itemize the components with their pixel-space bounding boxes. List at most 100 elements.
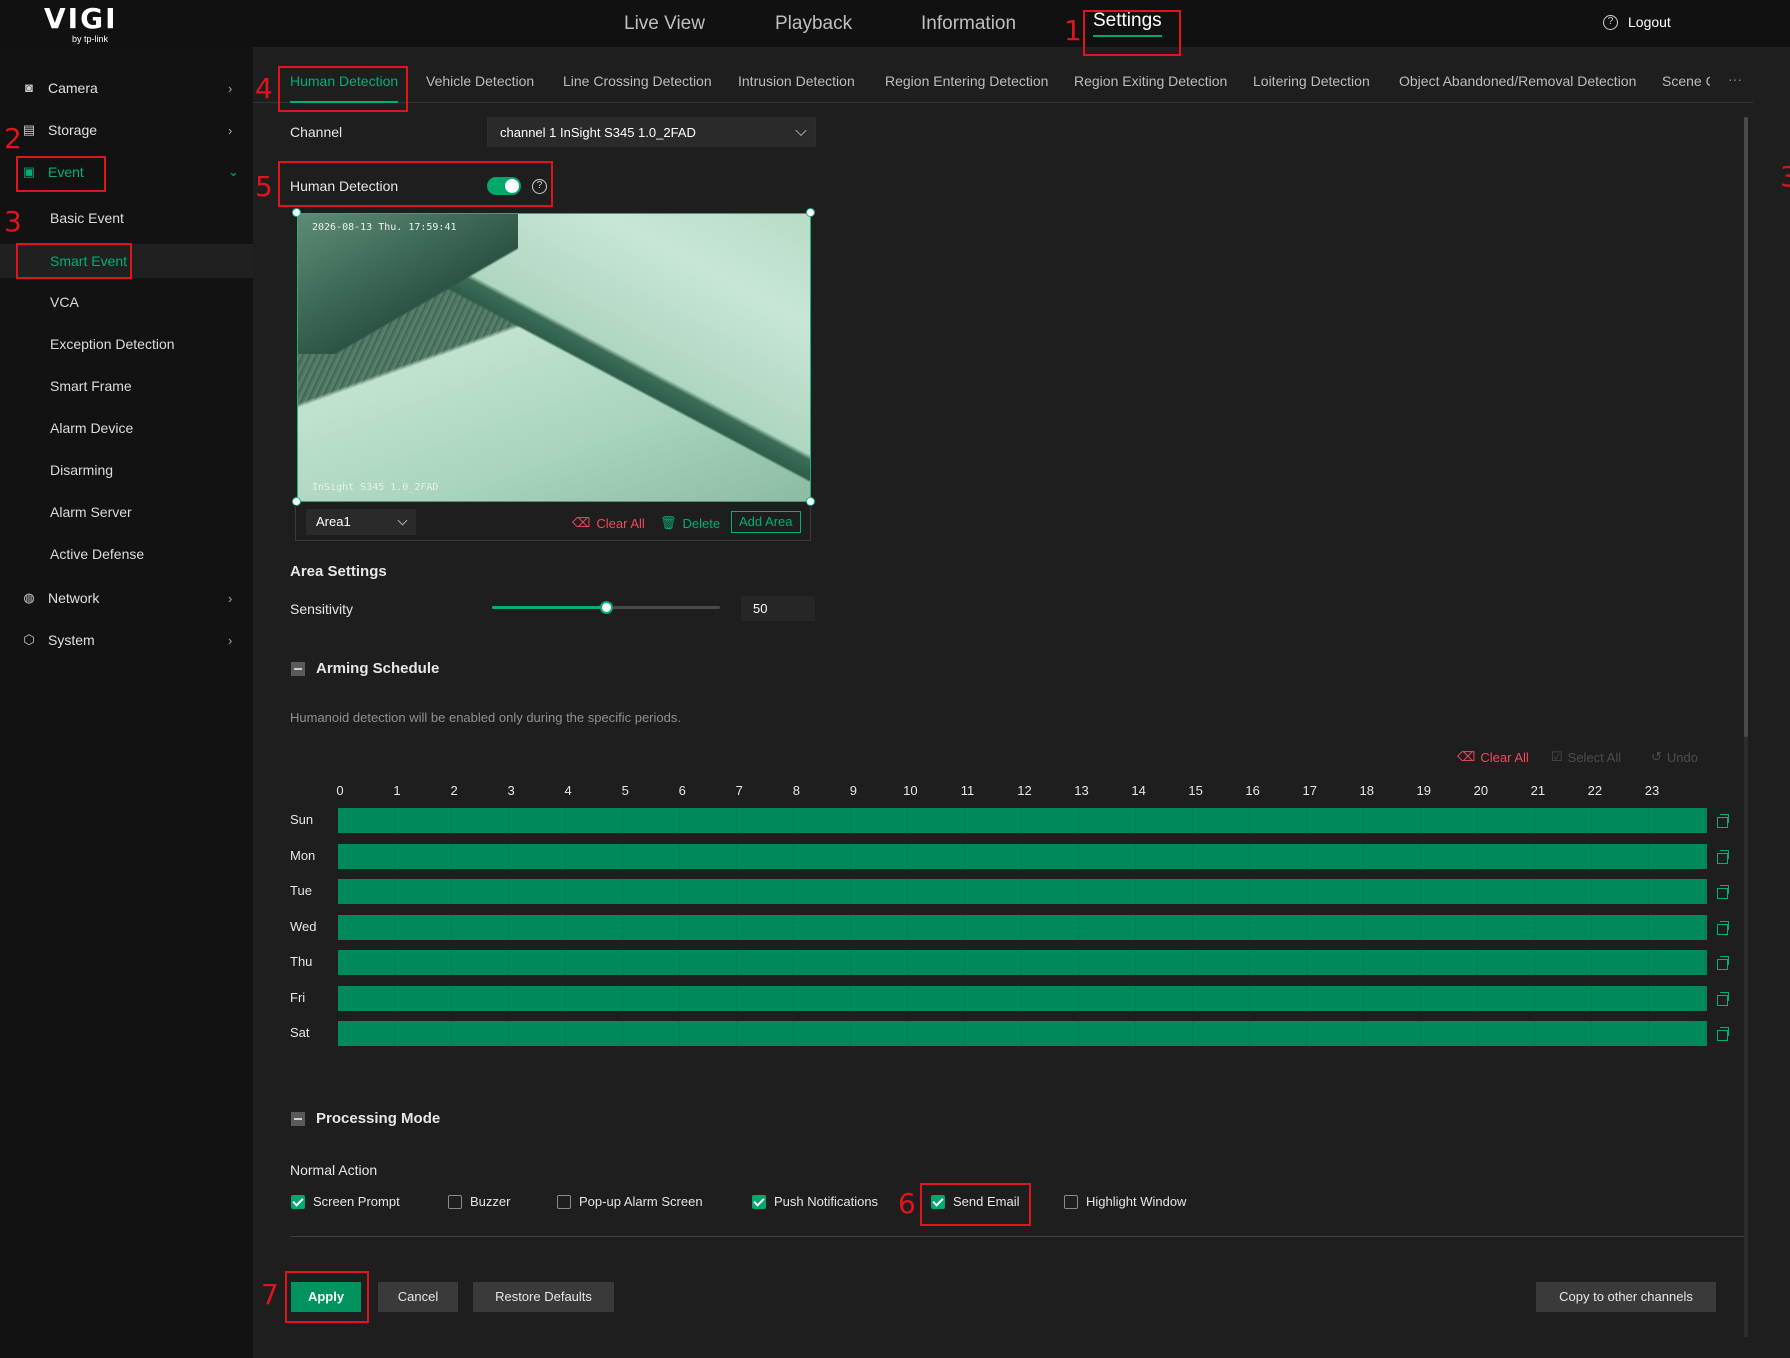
schedule-clear-all-button[interactable]: ⌫ Clear All [1457, 749, 1529, 765]
top-bar: VIGI by tp-link Live View Playback Infor… [0, 0, 1790, 47]
push-notifications-checkbox[interactable]: Push Notifications [752, 1194, 878, 1209]
highlight-window-checkbox[interactable]: Highlight Window [1064, 1194, 1186, 1209]
eraser-icon: ⌫ [1457, 749, 1476, 764]
hour-label: 4 [564, 783, 572, 798]
day-label: Fri [290, 990, 306, 1005]
sidebar-item-network[interactable]: ◍ Network › [0, 581, 253, 615]
schedule-row-bar[interactable] [338, 950, 1707, 975]
tab-loitering-detection[interactable]: Loitering Detection [1253, 73, 1370, 89]
annotation-box [1083, 10, 1181, 56]
copy-icon[interactable] [1717, 814, 1729, 828]
tab-object-abandoned-removal-detection[interactable]: Object Abandoned/Removal Detection [1399, 73, 1636, 89]
sidebar-item-active-defense[interactable]: Active Defense [0, 537, 253, 571]
channel-select[interactable]: channel 1 InSight S345 1.0_2FAD [487, 117, 816, 147]
annotation-box [16, 156, 106, 192]
chevron-right-icon: › [228, 632, 233, 648]
tab-line-crossing-detection[interactable]: Line Crossing Detection [563, 73, 712, 89]
area-handle[interactable] [292, 208, 301, 217]
select-all-icon: ☑ [1551, 749, 1563, 764]
checkbox-icon [448, 1194, 462, 1209]
schedule-select-all-button[interactable]: ☑ Select All [1551, 749, 1621, 765]
chevron-right-icon: › [228, 80, 233, 96]
sidebar-item-disarming[interactable]: Disarming [0, 453, 253, 487]
annotation-box [278, 161, 553, 207]
cancel-button[interactable]: Cancel [378, 1282, 458, 1312]
sidebar-item-vca[interactable]: VCA [0, 285, 253, 319]
schedule-row-bar[interactable] [338, 844, 1707, 869]
tab-scene-change[interactable]: Scene C [1662, 73, 1710, 89]
hour-label: 20 [1473, 783, 1489, 798]
hour-label: 23 [1644, 783, 1660, 798]
sidebar-item-camera[interactable]: ◙ Camera › [0, 71, 253, 105]
scrollbar-thumb[interactable] [1744, 117, 1748, 737]
collapse-icon[interactable] [291, 1112, 305, 1126]
sidebar-item-exception-detection[interactable]: Exception Detection [0, 327, 253, 361]
schedule-hint: Humanoid detection will be enabled only … [290, 710, 681, 725]
hour-label: 0 [336, 783, 344, 798]
nav-playback[interactable]: Playback [775, 0, 852, 47]
help-icon: ? [1603, 14, 1618, 30]
sidebar-item-alarm-server[interactable]: Alarm Server [0, 495, 253, 529]
restore-defaults-button[interactable]: Restore Defaults [473, 1282, 614, 1312]
screen-prompt-checkbox[interactable]: Screen Prompt [291, 1194, 400, 1209]
camera-icon: ◙ [25, 80, 33, 95]
schedule-row-bar[interactable] [338, 1021, 1707, 1046]
chevron-right-icon: › [228, 590, 233, 606]
sensitivity-value[interactable]: 50 [741, 596, 815, 621]
schedule-row-bar[interactable] [338, 915, 1707, 940]
sidebar-item-smart-frame[interactable]: Smart Frame [0, 369, 253, 403]
sidebar-item-storage[interactable]: ▤ Storage › [0, 113, 253, 147]
buzzer-checkbox[interactable]: Buzzer [448, 1194, 510, 1209]
hour-label: 13 [1074, 783, 1089, 798]
tab-region-exiting-detection[interactable]: Region Exiting Detection [1074, 73, 1227, 89]
globe-icon: ◍ [23, 590, 35, 605]
chevron-right-icon: › [228, 122, 233, 138]
popup-alarm-screen-checkbox[interactable]: Pop-up Alarm Screen [557, 1194, 703, 1209]
day-label: Sun [290, 812, 314, 827]
sensitivity-knob[interactable] [600, 601, 613, 614]
hour-label: 3 [507, 783, 515, 798]
preview-timestamp: 2026-08-13 Thu. 17:59:41 [312, 222, 457, 233]
hour-label: 17 [1302, 783, 1317, 798]
area-settings-title: Area Settings [290, 563, 387, 580]
schedule-row-bar[interactable] [338, 986, 1707, 1011]
checkbox-icon [291, 1194, 305, 1209]
copy-icon[interactable] [1717, 956, 1729, 970]
schedule-row-bar[interactable] [338, 808, 1707, 833]
schedule-row-bar[interactable] [338, 879, 1707, 904]
add-area-button[interactable]: Add Area [731, 511, 801, 533]
annotation-box [920, 1183, 1031, 1226]
hour-label: 11 [960, 783, 975, 798]
preview-scene-corner [298, 214, 518, 354]
trash-icon: 🗑 [660, 515, 677, 530]
camera-preview[interactable]: 2026-08-13 Thu. 17:59:41 InSight S345 1.… [297, 213, 811, 502]
tab-intrusion-detection[interactable]: Intrusion Detection [738, 73, 855, 89]
sidebar-item-system[interactable]: ⬡ System › [0, 623, 253, 657]
area-handle[interactable] [806, 208, 815, 217]
tab-vehicle-detection[interactable]: Vehicle Detection [426, 73, 534, 89]
copy-to-other-channels-button[interactable]: Copy to other channels [1536, 1282, 1716, 1312]
annotation-box [278, 66, 408, 112]
sidebar-item-alarm-device[interactable]: Alarm Device [0, 411, 253, 445]
annotation-number: 3 [4, 205, 22, 238]
clear-all-areas-button[interactable]: ⌫ Clear All [572, 515, 645, 531]
hour-label: 5 [621, 783, 629, 798]
processing-mode-title: Processing Mode [316, 1110, 441, 1127]
nav-information[interactable]: Information [921, 0, 1016, 47]
schedule-undo-button[interactable]: ↺ Undo [1651, 749, 1698, 765]
sidebar-item-basic-event[interactable]: Basic Event [0, 201, 253, 235]
more-tabs-icon[interactable]: ··· [1728, 71, 1742, 87]
copy-icon[interactable] [1717, 992, 1729, 1006]
sensitivity-slider[interactable] [492, 601, 720, 614]
delete-area-button[interactable]: 🗑 Delete [660, 515, 720, 531]
copy-icon[interactable] [1717, 885, 1729, 899]
copy-icon[interactable] [1717, 850, 1729, 864]
collapse-icon[interactable] [291, 662, 305, 676]
tab-region-entering-detection[interactable]: Region Entering Detection [885, 73, 1048, 89]
logout-button[interactable]: ? Logout [1603, 14, 1671, 30]
copy-icon[interactable] [1717, 1027, 1729, 1041]
nav-live-view[interactable]: Live View [624, 0, 705, 47]
system-icon: ⬡ [23, 632, 35, 647]
area-select[interactable]: Area1 [306, 509, 416, 535]
copy-icon[interactable] [1717, 921, 1729, 935]
